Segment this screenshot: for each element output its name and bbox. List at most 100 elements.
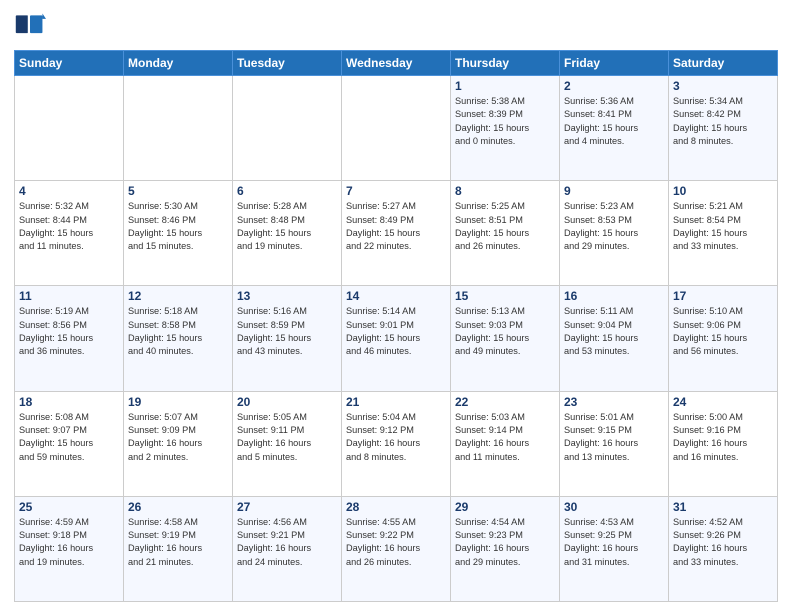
day-number: 13 (237, 289, 337, 303)
day-detail: Sunrise: 5:34 AM Sunset: 8:42 PM Dayligh… (673, 95, 773, 148)
day-number: 19 (128, 395, 228, 409)
weekday-header-tuesday: Tuesday (233, 51, 342, 76)
calendar-week-3: 11Sunrise: 5:19 AM Sunset: 8:56 PM Dayli… (15, 286, 778, 391)
calendar-cell: 30Sunrise: 4:53 AM Sunset: 9:25 PM Dayli… (560, 496, 669, 601)
day-detail: Sunrise: 4:54 AM Sunset: 9:23 PM Dayligh… (455, 516, 555, 569)
day-detail: Sunrise: 5:16 AM Sunset: 8:59 PM Dayligh… (237, 305, 337, 358)
calendar-cell: 19 Sunrise: 5:07 AM Sunset: 9:09 PM Dayli… (124, 391, 233, 496)
day-detail: Sunrise: 5:13 AM Sunset: 9:03 PM Dayligh… (455, 305, 555, 358)
day-number: 3 (673, 79, 773, 93)
day-number: 23 (564, 395, 664, 409)
calendar-cell: 8Sunrise: 5:25 AM Sunset: 8:51 PM Daylig… (451, 181, 560, 286)
day-detail: Sunrise: 5:30 AM Sunset: 8:46 PM Dayligh… (128, 200, 228, 253)
weekday-header-saturday: Saturday (669, 51, 778, 76)
calendar-cell: 27Sunrise: 4:56 AM Sunset: 9:21 PM Dayli… (233, 496, 342, 601)
calendar-table: SundayMondayTuesdayWednesdayThursdayFrid… (14, 50, 778, 602)
day-number: 18 (19, 395, 119, 409)
page: SundayMondayTuesdayWednesdayThursdayFrid… (0, 0, 792, 612)
calendar-cell: 2 Sunrise: 5:36 AM Sunset: 8:41 PM Daylig… (560, 76, 669, 181)
calendar-cell: 26 Sunrise: 4:58 AM Sunset: 9:19 PM Dayli… (124, 496, 233, 601)
day-number: 4 (19, 184, 119, 198)
weekday-header-thursday: Thursday (451, 51, 560, 76)
day-detail: Sunrise: 5:04 AM Sunset: 9:12 PM Dayligh… (346, 411, 446, 464)
weekday-header-sunday: Sunday (15, 51, 124, 76)
day-detail: Sunrise: 5:25 AM Sunset: 8:51 PM Dayligh… (455, 200, 555, 253)
day-detail: Sunrise: 5:27 AM Sunset: 8:49 PM Dayligh… (346, 200, 446, 253)
day-number: 14 (346, 289, 446, 303)
day-number: 24 (673, 395, 773, 409)
calendar-body: 1Sunrise: 5:38 AM Sunset: 8:39 PM Daylig… (15, 76, 778, 602)
day-detail: Sunrise: 5:18 AM Sunset: 8:58 PM Dayligh… (128, 305, 228, 358)
day-number: 12 (128, 289, 228, 303)
day-number: 29 (455, 500, 555, 514)
day-detail: Sunrise: 4:59 AM Sunset: 9:18 PM Dayligh… (19, 516, 119, 569)
calendar-cell: 4 Sunrise: 5:32 AM Sunset: 8:44 PM Daylig… (15, 181, 124, 286)
day-number: 31 (673, 500, 773, 514)
calendar-week-1: 1Sunrise: 5:38 AM Sunset: 8:39 PM Daylig… (15, 76, 778, 181)
day-number: 20 (237, 395, 337, 409)
calendar-cell: 29 Sunrise: 4:54 AM Sunset: 9:23 PM Dayli… (451, 496, 560, 601)
calendar-cell (15, 76, 124, 181)
calendar-cell: 21 Sunrise: 5:04 AM Sunset: 9:12 PM Dayli… (342, 391, 451, 496)
calendar-cell (124, 76, 233, 181)
day-number: 11 (19, 289, 119, 303)
day-detail: Sunrise: 5:21 AM Sunset: 8:54 PM Dayligh… (673, 200, 773, 253)
day-number: 10 (673, 184, 773, 198)
day-detail: Sunrise: 5:23 AM Sunset: 8:53 PM Dayligh… (564, 200, 664, 253)
day-detail: Sunrise: 5:05 AM Sunset: 9:11 PM Dayligh… (237, 411, 337, 464)
calendar-cell: 5Sunrise: 5:30 AM Sunset: 8:46 PM Daylig… (124, 181, 233, 286)
day-detail: Sunrise: 5:08 AM Sunset: 9:07 PM Dayligh… (19, 411, 119, 464)
calendar-cell: 7 Sunrise: 5:27 AM Sunset: 8:49 PM Daylig… (342, 181, 451, 286)
calendar-week-2: 4 Sunrise: 5:32 AM Sunset: 8:44 PM Daylig… (15, 181, 778, 286)
day-number: 22 (455, 395, 555, 409)
day-detail: Sunrise: 5:36 AM Sunset: 8:41 PM Dayligh… (564, 95, 664, 148)
calendar-cell: 14 Sunrise: 5:14 AM Sunset: 9:01 PM Dayli… (342, 286, 451, 391)
calendar-week-4: 18 Sunrise: 5:08 AM Sunset: 9:07 PM Dayli… (15, 391, 778, 496)
calendar-cell: 28 Sunrise: 4:55 AM Sunset: 9:22 PM Dayli… (342, 496, 451, 601)
day-number: 21 (346, 395, 446, 409)
day-detail: Sunrise: 4:58 AM Sunset: 9:19 PM Dayligh… (128, 516, 228, 569)
calendar-cell: 10 Sunrise: 5:21 AM Sunset: 8:54 PM Dayli… (669, 181, 778, 286)
calendar-cell: 9 Sunrise: 5:23 AM Sunset: 8:53 PM Daylig… (560, 181, 669, 286)
day-detail: Sunrise: 5:14 AM Sunset: 9:01 PM Dayligh… (346, 305, 446, 358)
day-number: 15 (455, 289, 555, 303)
calendar-cell: 24 Sunrise: 5:00 AM Sunset: 9:16 PM Dayli… (669, 391, 778, 496)
day-detail: Sunrise: 5:11 AM Sunset: 9:04 PM Dayligh… (564, 305, 664, 358)
day-number: 6 (237, 184, 337, 198)
day-detail: Sunrise: 5:03 AM Sunset: 9:14 PM Dayligh… (455, 411, 555, 464)
day-number: 16 (564, 289, 664, 303)
day-number: 7 (346, 184, 446, 198)
day-number: 9 (564, 184, 664, 198)
calendar-cell: 17 Sunrise: 5:10 AM Sunset: 9:06 PM Dayli… (669, 286, 778, 391)
day-detail: Sunrise: 4:52 AM Sunset: 9:26 PM Dayligh… (673, 516, 773, 569)
calendar-cell: 23Sunrise: 5:01 AM Sunset: 9:15 PM Dayli… (560, 391, 669, 496)
calendar-cell: 3 Sunrise: 5:34 AM Sunset: 8:42 PM Daylig… (669, 76, 778, 181)
day-detail: Sunrise: 5:10 AM Sunset: 9:06 PM Dayligh… (673, 305, 773, 358)
day-detail: Sunrise: 5:28 AM Sunset: 8:48 PM Dayligh… (237, 200, 337, 253)
day-number: 2 (564, 79, 664, 93)
day-detail: Sunrise: 5:32 AM Sunset: 8:44 PM Dayligh… (19, 200, 119, 253)
calendar-week-5: 25Sunrise: 4:59 AM Sunset: 9:18 PM Dayli… (15, 496, 778, 601)
calendar-cell: 11Sunrise: 5:19 AM Sunset: 8:56 PM Dayli… (15, 286, 124, 391)
calendar-header: SundayMondayTuesdayWednesdayThursdayFrid… (15, 51, 778, 76)
calendar-cell: 25Sunrise: 4:59 AM Sunset: 9:18 PM Dayli… (15, 496, 124, 601)
logo-icon (14, 10, 46, 42)
calendar-cell: 12 Sunrise: 5:18 AM Sunset: 8:58 PM Dayli… (124, 286, 233, 391)
day-number: 26 (128, 500, 228, 514)
calendar-cell: 13 Sunrise: 5:16 AM Sunset: 8:59 PM Dayli… (233, 286, 342, 391)
header (14, 10, 778, 42)
calendar-cell: 18 Sunrise: 5:08 AM Sunset: 9:07 PM Dayli… (15, 391, 124, 496)
day-number: 17 (673, 289, 773, 303)
day-number: 28 (346, 500, 446, 514)
weekday-header-wednesday: Wednesday (342, 51, 451, 76)
calendar-cell: 16 Sunrise: 5:11 AM Sunset: 9:04 PM Dayli… (560, 286, 669, 391)
calendar-cell: 20 Sunrise: 5:05 AM Sunset: 9:11 PM Dayli… (233, 391, 342, 496)
day-detail: Sunrise: 5:07 AM Sunset: 9:09 PM Dayligh… (128, 411, 228, 464)
day-detail: Sunrise: 4:56 AM Sunset: 9:21 PM Dayligh… (237, 516, 337, 569)
weekday-header-row: SundayMondayTuesdayWednesdayThursdayFrid… (15, 51, 778, 76)
day-detail: Sunrise: 5:00 AM Sunset: 9:16 PM Dayligh… (673, 411, 773, 464)
weekday-header-monday: Monday (124, 51, 233, 76)
day-detail: Sunrise: 5:38 AM Sunset: 8:39 PM Dayligh… (455, 95, 555, 148)
day-detail: Sunrise: 4:55 AM Sunset: 9:22 PM Dayligh… (346, 516, 446, 569)
calendar-cell (233, 76, 342, 181)
